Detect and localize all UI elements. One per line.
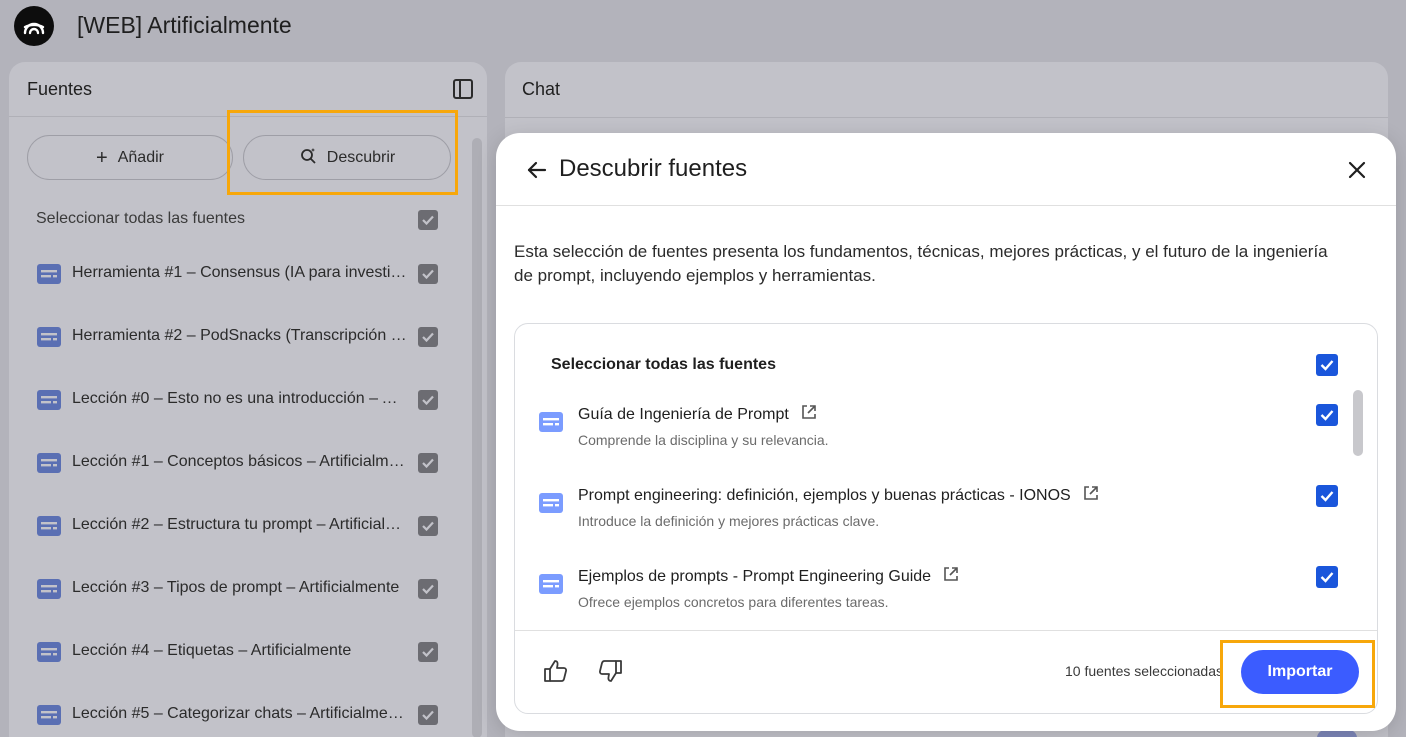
web-source-icon (37, 642, 61, 662)
source-item-checkbox[interactable] (418, 516, 438, 536)
source-item[interactable]: Lección #0 – Esto no es una introducción… (9, 380, 469, 420)
source-item[interactable]: Lección #4 – Etiquetas – Artificialmente (9, 632, 469, 672)
dialog-header: Descubrir fuentes (496, 133, 1396, 206)
source-item-label: Lección #1 – Conceptos básicos – Artific… (72, 453, 407, 470)
discovered-source-description: Introduce la definición y mejores prácti… (578, 513, 880, 529)
add-source-button[interactable]: + Añadir (27, 135, 233, 180)
discovered-source-description: Ofrece ejemplos concretos para diferente… (578, 594, 889, 610)
collapse-panel-icon[interactable] (452, 78, 474, 100)
discovered-source-item[interactable]: Prompt engineering: definición, ejemplos… (515, 485, 1355, 555)
dialog-select-all-label: Seleccionar todas las fuentes (551, 356, 776, 373)
source-item[interactable]: Herramienta #1 – Consensus (IA para inve… (9, 254, 469, 294)
plus-icon: + (96, 146, 108, 169)
source-item-checkbox[interactable] (418, 705, 438, 725)
web-source-icon (37, 453, 61, 473)
source-item[interactable]: Lección #1 – Conceptos básicos – Artific… (9, 443, 469, 483)
discovered-source-title[interactable]: Guía de Ingeniería de Prompt (578, 406, 789, 424)
back-arrow-icon[interactable] (524, 157, 550, 183)
close-icon[interactable] (1344, 157, 1370, 183)
discovered-source-checkbox[interactable] (1316, 404, 1338, 426)
open-external-icon[interactable] (943, 566, 959, 587)
dialog-list-scrollbar[interactable] (1353, 390, 1363, 456)
source-item-checkbox[interactable] (418, 579, 438, 599)
discovered-source-item[interactable]: Ejemplos de prompts - Prompt Engineering… (515, 566, 1355, 636)
source-item[interactable]: Lección #5 – Categorizar chats – Artific… (9, 695, 469, 735)
source-item[interactable]: Lección #2 – Estructura tu prompt – Arti… (9, 506, 469, 546)
discovered-source-checkbox[interactable] (1316, 566, 1338, 588)
thumbs-up-icon[interactable] (541, 656, 571, 686)
discovered-source-title-row: Prompt engineering: definición, ejemplos… (578, 485, 1099, 506)
sources-scrollbar[interactable] (472, 138, 482, 737)
select-all-sources-checkbox[interactable] (418, 210, 438, 230)
dialog-title: Descubrir fuentes (559, 155, 748, 182)
web-source-icon (37, 705, 61, 725)
sources-panel-header: Fuentes (9, 62, 487, 117)
chat-divider (505, 117, 1388, 118)
chat-send-button[interactable] (1317, 730, 1357, 737)
web-source-icon (37, 390, 61, 410)
open-external-icon[interactable] (1083, 485, 1099, 506)
dialog-select-all-checkbox[interactable] (1316, 354, 1338, 376)
sources-panel-title: Fuentes (27, 79, 93, 99)
web-source-icon (539, 412, 563, 432)
chat-panel-title: Chat (522, 79, 561, 99)
web-source-icon (37, 327, 61, 347)
source-item[interactable]: Lección #3 – Tipos de prompt – Artificia… (9, 569, 469, 609)
source-item-checkbox[interactable] (418, 642, 438, 662)
source-item-checkbox[interactable] (418, 390, 438, 410)
select-all-sources-label: Seleccionar todas las fuentes (36, 210, 246, 227)
source-item-checkbox[interactable] (418, 453, 438, 473)
discovered-source-description: Comprende la disciplina y su relevancia. (578, 432, 829, 448)
add-source-label: Añadir (117, 148, 164, 166)
source-item-checkbox[interactable] (418, 264, 438, 284)
source-item-label: Herramienta #1 – Consensus (IA para inve… (72, 264, 407, 281)
source-item-checkbox[interactable] (418, 327, 438, 347)
source-item-label: Lección #2 – Estructura tu prompt – Arti… (72, 516, 407, 533)
top-bar: [WEB] Artificialmente (0, 0, 1406, 52)
notebook-title[interactable]: [WEB] Artificialmente (77, 12, 292, 39)
web-source-icon (539, 574, 563, 594)
source-item[interactable]: Herramienta #2 – PodSnacks (Transcripció… (9, 317, 469, 357)
source-item-label: Lección #0 – Esto no es una introducción… (72, 390, 407, 407)
source-item-label: Lección #3 – Tipos de prompt – Artificia… (72, 579, 400, 596)
discovered-source-title[interactable]: Ejemplos de prompts - Prompt Engineering… (578, 568, 931, 586)
dialog-description: Esta selección de fuentes presenta los f… (514, 242, 1328, 285)
web-source-icon (37, 516, 61, 536)
discovered-source-title[interactable]: Prompt engineering: definición, ejemplos… (578, 487, 1071, 505)
discover-button-highlight (227, 110, 458, 195)
source-item-label: Lección #5 – Categorizar chats – Artific… (72, 705, 407, 722)
selected-sources-count: 10 fuentes seleccionadas (1065, 663, 1223, 679)
discovered-source-title-row: Ejemplos de prompts - Prompt Engineering… (578, 566, 959, 587)
thumbs-down-icon[interactable] (595, 656, 625, 686)
discovered-source-item[interactable]: Guía de Ingeniería de Prompt Comprende la… (515, 404, 1355, 474)
source-item-label: Herramienta #2 – PodSnacks (Transcripció… (72, 327, 407, 344)
web-source-icon (539, 493, 563, 513)
web-source-icon (37, 579, 61, 599)
source-item-label: Lección #4 – Etiquetas – Artificialmente (72, 642, 352, 659)
discovered-source-title-row: Guía de Ingeniería de Prompt (578, 404, 817, 425)
discovered-source-checkbox[interactable] (1316, 485, 1338, 507)
import-button-highlight (1220, 640, 1375, 708)
web-source-icon (37, 264, 61, 284)
notebook-logo-icon[interactable] (14, 6, 54, 46)
open-external-icon[interactable] (801, 404, 817, 425)
